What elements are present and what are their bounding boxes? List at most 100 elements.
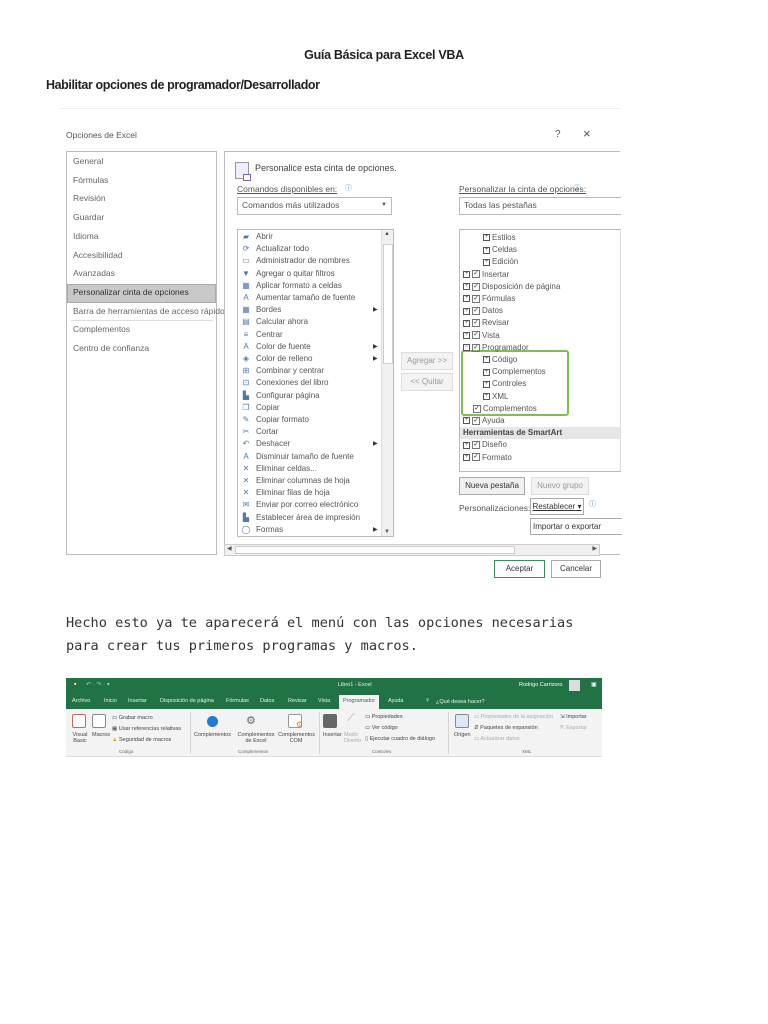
- ribbon-display-icon[interactable]: ▣: [591, 681, 597, 688]
- checkbox[interactable]: ✓: [472, 307, 480, 316]
- expand-icon[interactable]: +: [463, 331, 470, 339]
- ribbon-tree-item[interactable]: Herramientas de SmartArt: [460, 427, 620, 440]
- checkbox[interactable]: ✓: [472, 319, 480, 328]
- visual-basic-button[interactable]: Visual Basic: [72, 732, 88, 744]
- command-item[interactable]: A Color de fuente ▶: [241, 341, 377, 353]
- command-item[interactable]: ▦ Bordes ▶: [241, 304, 377, 316]
- scroll-down-icon[interactable]: ▼: [384, 529, 390, 535]
- ribbon-tab[interactable]: Inicio: [104, 698, 117, 704]
- command-item[interactable]: ▤ Calcular ahora: [241, 316, 308, 328]
- command-item[interactable]: ▙ Configurar página: [241, 390, 320, 402]
- map-properties-button[interactable]: ▭ Propiedades de la asignación: [474, 714, 553, 720]
- nav-item[interactable]: General: [73, 156, 103, 166]
- command-item[interactable]: ▙ Establecer área de impresión: [241, 512, 360, 524]
- command-item[interactable]: ✎ Copiar formato: [241, 414, 309, 426]
- nav-item[interactable]: Barra de herramientas de acceso rápido: [73, 306, 225, 316]
- command-item[interactable]: ✉ Enviar por correo electrónico: [241, 499, 359, 511]
- command-item[interactable]: ⊡ Conexiones del libro: [241, 377, 329, 389]
- insert-controls-button[interactable]: Insertar: [323, 732, 342, 738]
- expand-icon[interactable]: +: [483, 380, 490, 388]
- ribbon-tree-item[interactable]: + Edición: [483, 256, 518, 268]
- help-button[interactable]: ?: [555, 129, 561, 140]
- expand-icon[interactable]: +: [483, 234, 490, 242]
- command-item[interactable]: ⊞ Combinar y centrar: [241, 365, 324, 377]
- ribbon-tab[interactable]: Programador: [339, 695, 380, 709]
- tree-scrollbar[interactable]: [620, 230, 621, 471]
- ribbon-tabs-dropdown[interactable]: Todas las pestañas: [459, 197, 621, 215]
- expand-icon[interactable]: +: [483, 246, 490, 254]
- checkbox[interactable]: ✓: [472, 282, 480, 291]
- addins-button[interactable]: Complementos: [194, 732, 231, 738]
- excel-addins-button[interactable]: Complementos de Excel: [236, 732, 276, 744]
- ribbon-tab[interactable]: Vista: [318, 698, 330, 704]
- expand-icon[interactable]: +: [463, 295, 470, 303]
- command-item[interactable]: ▰ Abrir: [241, 231, 273, 243]
- ribbon-tree-item[interactable]: + ✓ Ayuda: [463, 415, 505, 427]
- cancel-button[interactable]: Cancelar: [551, 560, 601, 578]
- ribbon-tab[interactable]: Archivo: [72, 698, 90, 704]
- export-xml-button[interactable]: ⇱ Exportar: [560, 725, 587, 731]
- command-item[interactable]: ❐ Copiar: [241, 402, 279, 414]
- command-item[interactable]: ◯ Formas ▶: [241, 524, 378, 536]
- nav-item[interactable]: Guardar: [73, 212, 104, 222]
- ribbon-tree-item[interactable]: + ✓ Insertar: [463, 269, 509, 281]
- remove-button[interactable]: << Quitar: [401, 373, 453, 391]
- ribbon-tree-item[interactable]: + ✓ Vista: [463, 330, 500, 342]
- avatar[interactable]: [569, 680, 580, 691]
- ribbon-tree-item[interactable]: + Complementos: [483, 366, 546, 378]
- ribbon-tree-item[interactable]: + ✓ Revisar: [463, 317, 509, 329]
- expand-icon[interactable]: +: [463, 319, 470, 327]
- command-item[interactable]: ↶ Deshacer ▶: [241, 438, 378, 450]
- commands-list[interactable]: ▲ ▼ ▰ Abrir ⟳ Actualizar todo ▭ Administrador…: [237, 229, 394, 537]
- xml-source-button[interactable]: Origen: [454, 732, 471, 738]
- ribbon-tab[interactable]: Revisar: [288, 698, 307, 704]
- checkbox[interactable]: ✓: [472, 294, 480, 303]
- nav-item[interactable]: Centro de confianza: [73, 343, 149, 353]
- macro-security-button[interactable]: ▲ Seguridad de macros: [112, 737, 171, 743]
- horizontal-scrollbar[interactable]: ◀ ▶: [224, 544, 600, 556]
- expand-icon[interactable]: +: [483, 258, 490, 266]
- relative-refs-button[interactable]: ▦ Usar referencias relativas: [112, 726, 181, 732]
- ribbon-tree-item[interactable]: + Controles: [483, 378, 526, 390]
- command-item[interactable]: ✕ Eliminar filas de hoja: [241, 487, 330, 499]
- record-macro-button[interactable]: ▭ Grabar macro: [112, 715, 153, 721]
- command-item[interactable]: A Aumentar tamaño de fuente: [241, 292, 355, 304]
- run-dialog-button[interactable]: ▯ Ejecutar cuadro de diálogo: [365, 736, 435, 742]
- ok-button[interactable]: Aceptar: [494, 560, 545, 578]
- save-icon[interactable]: ▪: [74, 681, 76, 688]
- checkbox[interactable]: ✓: [473, 404, 481, 413]
- macros-button[interactable]: Macros: [92, 732, 110, 738]
- command-item[interactable]: ◈ Color de relleno ▶: [241, 353, 378, 365]
- ribbon-tab[interactable]: Disposición de página: [160, 698, 214, 704]
- ribbon-tree-item[interactable]: + ✓ Formato: [463, 452, 512, 464]
- command-item[interactable]: ✕ Eliminar columnas de hoja: [241, 475, 350, 487]
- reset-dropdown[interactable]: Restablecer ▾: [530, 498, 584, 515]
- tell-me-input[interactable]: ¿Qué desea hacer?: [436, 699, 485, 705]
- scroll-thumb[interactable]: [383, 244, 393, 364]
- expand-icon[interactable]: +: [483, 368, 490, 376]
- expand-icon[interactable]: +: [463, 441, 470, 449]
- command-item[interactable]: ≡ Centrar: [241, 329, 283, 341]
- checkbox[interactable]: ✓: [472, 441, 480, 450]
- scroll-right-icon[interactable]: ▶: [592, 545, 597, 552]
- expansion-packs-button[interactable]: ⇵ Paquetes de expansión: [474, 725, 538, 731]
- command-item[interactable]: A Disminuir tamaño de fuente: [241, 451, 354, 463]
- ribbon-tree-item[interactable]: + ✓ Datos: [463, 305, 503, 317]
- scroll-thumb[interactable]: [235, 546, 515, 554]
- expand-icon[interactable]: +: [463, 270, 470, 278]
- nav-item[interactable]: Revisión: [73, 193, 106, 203]
- new-group-button[interactable]: Nuevo grupo: [531, 477, 589, 495]
- command-item[interactable]: ⟳ Actualizar todo: [241, 243, 309, 255]
- ribbon-tab[interactable]: Ayuda: [388, 698, 404, 704]
- new-tab-button[interactable]: Nueva pestaña: [459, 477, 525, 495]
- ribbon-tab[interactable]: Fórmulas: [226, 698, 249, 704]
- command-item[interactable]: ▼ Agregar o quitar filtros: [241, 268, 335, 280]
- ribbon-tree-item[interactable]: + Estilos: [483, 232, 516, 244]
- collapse-icon[interactable]: −: [463, 344, 470, 352]
- ribbon-tab[interactable]: Insertar: [128, 698, 147, 704]
- ribbon-tree-item[interactable]: + ✓ Diseño: [463, 439, 507, 451]
- ribbon-tree-item[interactable]: + XML: [483, 391, 508, 403]
- nav-item[interactable]: Accesibilidad: [73, 250, 123, 260]
- checkbox[interactable]: ✓: [472, 270, 480, 279]
- import-export-button[interactable]: Importar o exportar: [530, 518, 622, 535]
